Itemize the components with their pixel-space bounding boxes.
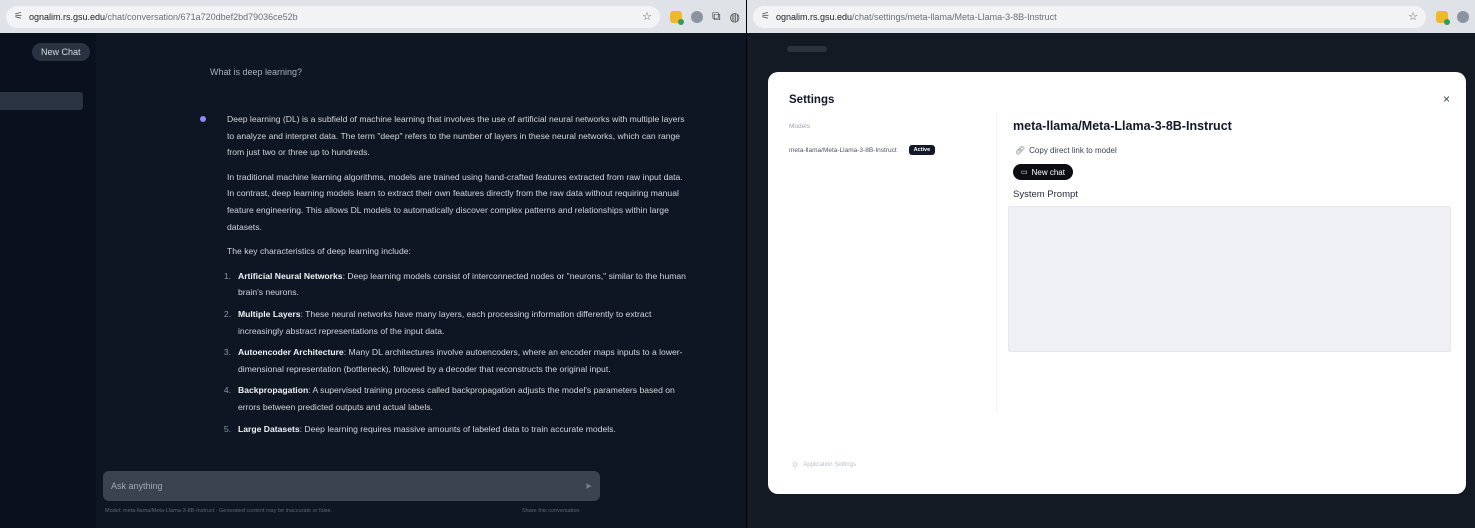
list-number: 2. bbox=[223, 308, 231, 319]
list-item: 5. Large Datasets: Deep learning requires… bbox=[224, 421, 687, 438]
right-browser-toolbar: ⚟ ognalim.rs.gsu.edu/chat/settings/meta-… bbox=[747, 0, 1475, 33]
modal-title: Settings bbox=[789, 94, 835, 106]
modal-new-chat-button[interactable]: ▭ New chat bbox=[1013, 164, 1073, 180]
answer-list: 1. Artificial Neural Networks : Deep learn… bbox=[224, 268, 687, 438]
sidebar-conversation-item[interactable] bbox=[0, 92, 83, 110]
list-item-title: Backpropagation bbox=[238, 385, 309, 396]
list-item-title: Multiple Layers bbox=[238, 308, 301, 319]
close-icon[interactable]: × bbox=[1443, 92, 1450, 106]
assistant-avatar bbox=[200, 116, 206, 122]
assistant-message: Deep learning (DL) is a subfield of mach… bbox=[224, 111, 687, 442]
left-address-bar[interactable]: ⚟ ognalim.rs.gsu.edu/chat/conversation/6… bbox=[6, 5, 660, 28]
chat-app: New Chat What is deep learning? Deep lea… bbox=[0, 33, 746, 528]
star-icon[interactable]: ☆ bbox=[1408, 10, 1418, 23]
right-url-host: ognalim.rs.gsu.edu bbox=[775, 11, 853, 22]
copy-link-label: Copy direct link to model bbox=[1029, 146, 1117, 155]
active-badge: Active bbox=[908, 145, 936, 155]
list-item: 4. Backpropagation: A supervised training… bbox=[224, 382, 687, 415]
list-number: 5. bbox=[223, 423, 231, 434]
system-prompt-input[interactable] bbox=[1008, 206, 1451, 352]
list-number: 3. bbox=[223, 347, 231, 358]
right-url-path: /chat/settings/meta-llama/Meta-Llama-3-8… bbox=[852, 11, 1057, 22]
list-item-text: : Deep learning requires massive amounts… bbox=[299, 423, 616, 434]
left-url-host: ognalim.rs.gsu.edu bbox=[28, 11, 106, 22]
divider bbox=[996, 112, 997, 412]
settings-modal: Settings × Models meta-llama/Meta-Llama-… bbox=[768, 72, 1466, 494]
chat-bubble-icon: ▭ bbox=[1021, 169, 1028, 176]
left-url-path: /chat/conversation/671a720dbef2bd79036ce… bbox=[105, 11, 298, 22]
extension-icon-2[interactable] bbox=[690, 10, 703, 23]
list-number: 1. bbox=[223, 270, 231, 281]
model-disclaimer: Model: meta-llama/Meta-Llama-3-8B-Instru… bbox=[105, 508, 333, 514]
gear-icon: ⚙ bbox=[792, 462, 799, 469]
extension-icon-2[interactable] bbox=[1457, 10, 1469, 23]
copy-link-button[interactable]: 🔗︎ Copy direct link to model bbox=[1015, 146, 1117, 155]
list-item: 2. Multiple Layers: These neural networks… bbox=[224, 306, 687, 339]
list-item: 3. Autoencoder Architecture: Many DL arch… bbox=[224, 344, 687, 377]
left-browser-toolbar: ⚟ ognalim.rs.gsu.edu/chat/conversation/6… bbox=[0, 0, 746, 33]
tab-search-icon[interactable]: ⧉ bbox=[712, 9, 721, 24]
answer-paragraph: In traditional machine learning algorith… bbox=[227, 171, 683, 232]
system-prompt-label: System Prompt bbox=[1013, 189, 1078, 200]
extension-icon[interactable] bbox=[1436, 10, 1450, 25]
answer-paragraph: The key characteristics of deep learning… bbox=[227, 246, 411, 257]
list-item-title: Autoencoder Architecture bbox=[238, 347, 344, 358]
application-settings-link[interactable]: ⚙ Application Settings bbox=[792, 461, 856, 469]
model-list-name: meta-llama/Meta-Llama-3-8B-Instruct bbox=[789, 146, 897, 154]
new-chat-button[interactable]: New Chat bbox=[32, 43, 90, 61]
settings-page: Settings × Models meta-llama/Meta-Llama-… bbox=[747, 33, 1475, 528]
link-icon: 🔗︎ bbox=[1015, 146, 1026, 155]
conversation-panel: What is deep learning? Deep learning (DL… bbox=[96, 33, 746, 528]
list-item-title: Large Datasets bbox=[238, 423, 300, 434]
list-item-text: : These neural networks have many layers… bbox=[238, 308, 652, 336]
list-number: 4. bbox=[223, 385, 231, 396]
tune-icon[interactable]: ⚟ bbox=[14, 11, 23, 22]
star-icon[interactable]: ☆ bbox=[642, 10, 652, 23]
user-message: What is deep learning? bbox=[210, 67, 303, 77]
model-list-item[interactable]: meta-llama/Meta-Llama-3-8B-Instruct Acti… bbox=[789, 145, 936, 155]
models-label: Models bbox=[789, 123, 810, 130]
extension-icon[interactable] bbox=[669, 10, 684, 25]
list-item-title: Artificial Neural Networks bbox=[238, 270, 343, 281]
profile-icon[interactable]: ◍ bbox=[730, 10, 740, 24]
answer-paragraph: Deep learning (DL) is a subfield of mach… bbox=[227, 114, 685, 158]
share-conversation-link[interactable]: Share this conversation bbox=[522, 508, 579, 514]
message-input[interactable] bbox=[111, 481, 585, 491]
sidebar: New Chat bbox=[0, 33, 96, 528]
send-icon[interactable]: ➤ bbox=[584, 481, 592, 492]
message-composer: ➤ bbox=[103, 471, 600, 501]
background-header bbox=[787, 46, 827, 52]
list-item: 1. Artificial Neural Networks: Deep learn… bbox=[224, 268, 687, 301]
tune-icon[interactable]: ⚟ bbox=[761, 11, 770, 22]
selected-model-title: meta-llama/Meta-Llama-3-8B-Instruct bbox=[1013, 119, 1232, 133]
modal-new-chat-label: New chat bbox=[1031, 167, 1065, 177]
application-settings-label: Application Settings bbox=[803, 462, 856, 468]
right-address-bar[interactable]: ⚟ ognalim.rs.gsu.edu/chat/settings/meta-… bbox=[753, 5, 1426, 28]
